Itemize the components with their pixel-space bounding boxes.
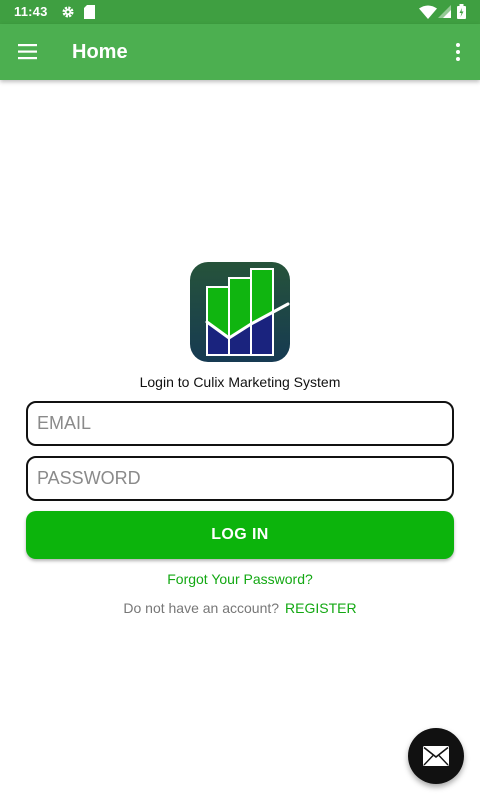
login-button[interactable]: LOG IN — [26, 511, 454, 559]
email-input[interactable] — [28, 403, 452, 444]
register-link[interactable]: REGISTER — [285, 600, 357, 616]
status-bar: 11:43 — [0, 0, 480, 24]
email-field[interactable] — [26, 401, 454, 446]
password-input[interactable] — [28, 458, 452, 499]
gear-icon — [62, 6, 74, 18]
status-time: 11:43 — [14, 4, 48, 19]
culix-chart-logo-icon — [190, 262, 290, 362]
sd-card-icon — [84, 5, 95, 19]
mail-icon — [423, 746, 449, 766]
app-bar: Home — [0, 24, 480, 80]
mail-fab-button[interactable] — [408, 728, 464, 784]
register-prompt: Do not have an account? — [123, 600, 280, 616]
register-row: Do not have an account? REGISTER — [0, 600, 480, 616]
page-title: Home — [72, 41, 128, 63]
password-field[interactable] — [26, 456, 454, 501]
signal-icon — [438, 5, 451, 18]
login-caption: Login to Culix Marketing System — [139, 374, 341, 390]
hamburger-menu-icon[interactable] — [14, 40, 42, 64]
forgot-password-link[interactable]: Forgot Your Password? — [0, 571, 480, 587]
more-vert-icon[interactable] — [446, 40, 470, 64]
wifi-icon — [419, 5, 437, 19]
battery-icon — [457, 4, 466, 19]
